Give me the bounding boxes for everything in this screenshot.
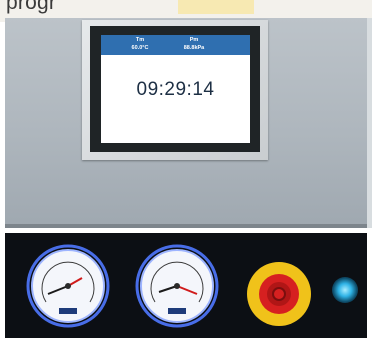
hmi-frame: Tm 60.0°C Pm 88.8kPa 09:29:14 bbox=[90, 26, 260, 152]
pressure-readout: Pm 88.8kPa bbox=[164, 36, 224, 52]
hmi-status-header: Tm 60.0°C Pm 88.8kPa bbox=[101, 35, 250, 55]
pressure-value: 88.8kPa bbox=[183, 45, 205, 51]
emergency-stop-button[interactable] bbox=[246, 261, 312, 327]
power-indicator-icon[interactable] bbox=[332, 277, 358, 303]
highlight-block bbox=[178, 0, 254, 14]
temperature-label: Tm bbox=[135, 37, 145, 43]
hmi-screen[interactable]: Tm 60.0°C Pm 88.8kPa 09:29:14 bbox=[101, 35, 250, 143]
emergency-stop-icon bbox=[247, 262, 311, 326]
pressure-gauge-right bbox=[135, 244, 219, 328]
pressure-gauge-left bbox=[26, 244, 110, 328]
panel-edge bbox=[5, 224, 367, 228]
pressure-label: Pm bbox=[189, 37, 199, 43]
pressure-gauge-icon bbox=[135, 244, 219, 328]
temperature-readout: Tm 60.0°C bbox=[110, 36, 170, 52]
hmi-bezel: Tm 60.0°C Pm 88.8kPa 09:29:14 bbox=[82, 20, 268, 160]
top-banner-text: progr bbox=[6, 0, 57, 14]
pressure-gauge-icon bbox=[26, 244, 110, 328]
clock-display: 09:29:14 bbox=[136, 79, 215, 100]
panel-right-edge bbox=[367, 18, 372, 228]
temperature-value: 60.0°C bbox=[131, 45, 149, 51]
